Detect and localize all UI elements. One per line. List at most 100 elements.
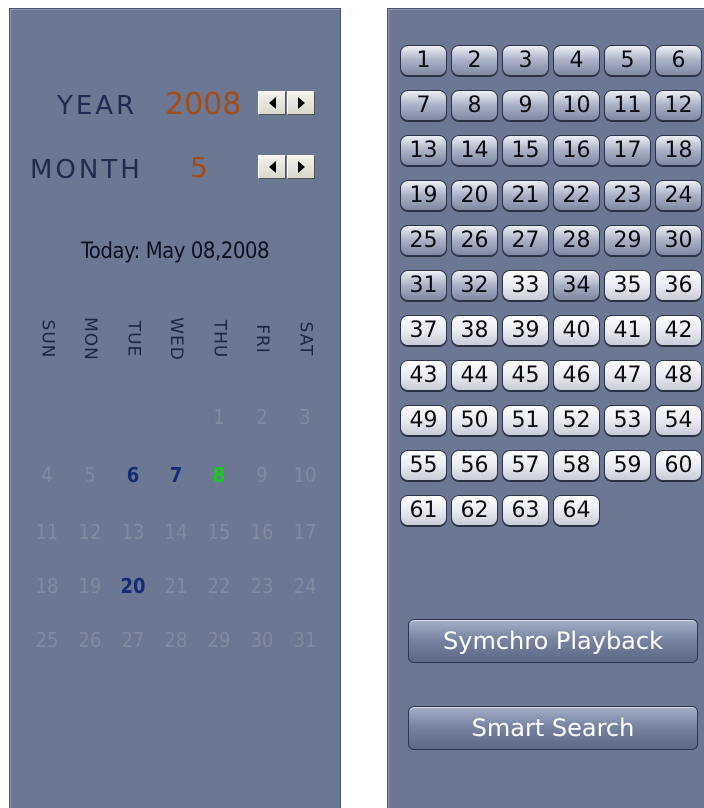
- channel-button[interactable]: 43: [400, 360, 447, 391]
- month-next-button[interactable]: [287, 155, 315, 179]
- channel-button[interactable]: 33: [502, 270, 549, 301]
- channel-button[interactable]: 51: [502, 405, 549, 436]
- channel-button[interactable]: 12: [655, 90, 702, 121]
- channel-button[interactable]: 16: [553, 135, 600, 166]
- channel-button[interactable]: 30: [655, 225, 702, 256]
- channel-button[interactable]: 28: [553, 225, 600, 256]
- month-prev-button[interactable]: [258, 155, 286, 179]
- calendar-day[interactable]: 17: [290, 520, 320, 544]
- channel-button[interactable]: 47: [604, 360, 651, 391]
- channel-button[interactable]: 14: [451, 135, 498, 166]
- calendar-day[interactable]: 2: [247, 405, 277, 429]
- channel-button[interactable]: 44: [451, 360, 498, 391]
- calendar-day[interactable]: 29: [204, 628, 234, 652]
- calendar-day[interactable]: 7: [161, 463, 191, 487]
- channel-button[interactable]: 24: [655, 180, 702, 211]
- channel-button[interactable]: 15: [502, 135, 549, 166]
- calendar-day[interactable]: 28: [161, 628, 191, 652]
- channel-button[interactable]: 54: [655, 405, 702, 436]
- channel-button[interactable]: 36: [655, 270, 702, 301]
- channel-button[interactable]: 41: [604, 315, 651, 346]
- channel-button[interactable]: 64: [553, 495, 600, 526]
- channel-button[interactable]: 59: [604, 450, 651, 481]
- sync-playback-button[interactable]: Symchro Playback: [408, 619, 698, 663]
- calendar-day[interactable]: 26: [75, 628, 105, 652]
- channel-button[interactable]: 18: [655, 135, 702, 166]
- channel-button[interactable]: 25: [400, 225, 447, 256]
- calendar-day[interactable]: 20: [118, 574, 148, 598]
- channel-button[interactable]: 40: [553, 315, 600, 346]
- calendar-day[interactable]: 22: [204, 574, 234, 598]
- channel-button[interactable]: 26: [451, 225, 498, 256]
- calendar-day[interactable]: 13: [118, 520, 148, 544]
- calendar-day[interactable]: 4: [32, 463, 62, 487]
- calendar-day[interactable]: 27: [118, 628, 148, 652]
- calendar-day[interactable]: 23: [247, 574, 277, 598]
- channel-button[interactable]: 58: [553, 450, 600, 481]
- calendar-day[interactable]: 21: [161, 574, 191, 598]
- calendar-day[interactable]: 3: [290, 405, 320, 429]
- calendar-day[interactable]: 5: [75, 463, 105, 487]
- channel-button[interactable]: 55: [400, 450, 447, 481]
- channel-button[interactable]: 19: [400, 180, 447, 211]
- channel-button[interactable]: 17: [604, 135, 651, 166]
- channel-button[interactable]: 22: [553, 180, 600, 211]
- smart-search-button[interactable]: Smart Search: [408, 706, 698, 750]
- channel-button[interactable]: 60: [655, 450, 702, 481]
- calendar-day[interactable]: 18: [32, 574, 62, 598]
- calendar-day[interactable]: 10: [290, 463, 320, 487]
- channel-button[interactable]: 32: [451, 270, 498, 301]
- calendar-day[interactable]: 16: [247, 520, 277, 544]
- calendar-day[interactable]: 6: [118, 463, 148, 487]
- channel-button[interactable]: 21: [502, 180, 549, 211]
- channel-button[interactable]: 48: [655, 360, 702, 391]
- channel-button[interactable]: 8: [451, 90, 498, 121]
- channel-button[interactable]: 2: [451, 45, 498, 76]
- year-prev-button[interactable]: [258, 91, 286, 115]
- calendar-day[interactable]: 8: [204, 463, 234, 487]
- channel-button[interactable]: 52: [553, 405, 600, 436]
- channel-button[interactable]: 5: [604, 45, 651, 76]
- channel-button[interactable]: 13: [400, 135, 447, 166]
- channel-button[interactable]: 31: [400, 270, 447, 301]
- channel-button[interactable]: 34: [553, 270, 600, 301]
- channel-button[interactable]: 39: [502, 315, 549, 346]
- channel-button[interactable]: 20: [451, 180, 498, 211]
- channel-button[interactable]: 1: [400, 45, 447, 76]
- channel-button[interactable]: 62: [451, 495, 498, 526]
- channel-button[interactable]: 61: [400, 495, 447, 526]
- calendar-day[interactable]: 9: [247, 463, 277, 487]
- channel-button[interactable]: 3: [502, 45, 549, 76]
- channel-button[interactable]: 57: [502, 450, 549, 481]
- channel-button[interactable]: 45: [502, 360, 549, 391]
- channel-button[interactable]: 4: [553, 45, 600, 76]
- year-next-button[interactable]: [287, 91, 315, 115]
- calendar-day[interactable]: 12: [75, 520, 105, 544]
- channel-button[interactable]: 63: [502, 495, 549, 526]
- channel-button[interactable]: 9: [502, 90, 549, 121]
- channel-button[interactable]: 49: [400, 405, 447, 436]
- calendar-day[interactable]: 14: [161, 520, 191, 544]
- calendar-day[interactable]: 1: [204, 405, 234, 429]
- channel-button[interactable]: 50: [451, 405, 498, 436]
- channel-button[interactable]: 11: [604, 90, 651, 121]
- channel-button[interactable]: 7: [400, 90, 447, 121]
- channel-button[interactable]: 53: [604, 405, 651, 436]
- channel-button[interactable]: 6: [655, 45, 702, 76]
- calendar-day[interactable]: 19: [75, 574, 105, 598]
- calendar-day[interactable]: 24: [290, 574, 320, 598]
- channel-button[interactable]: 38: [451, 315, 498, 346]
- calendar-day[interactable]: 15: [204, 520, 234, 544]
- channel-button[interactable]: 42: [655, 315, 702, 346]
- channel-button[interactable]: 56: [451, 450, 498, 481]
- channel-button[interactable]: 23: [604, 180, 651, 211]
- channel-button[interactable]: 10: [553, 90, 600, 121]
- calendar-day[interactable]: 25: [32, 628, 62, 652]
- channel-button[interactable]: 27: [502, 225, 549, 256]
- calendar-day[interactable]: 31: [290, 628, 320, 652]
- calendar-day[interactable]: 30: [247, 628, 277, 652]
- channel-button[interactable]: 35: [604, 270, 651, 301]
- channel-button[interactable]: 37: [400, 315, 447, 346]
- channel-button[interactable]: 46: [553, 360, 600, 391]
- channel-button[interactable]: 29: [604, 225, 651, 256]
